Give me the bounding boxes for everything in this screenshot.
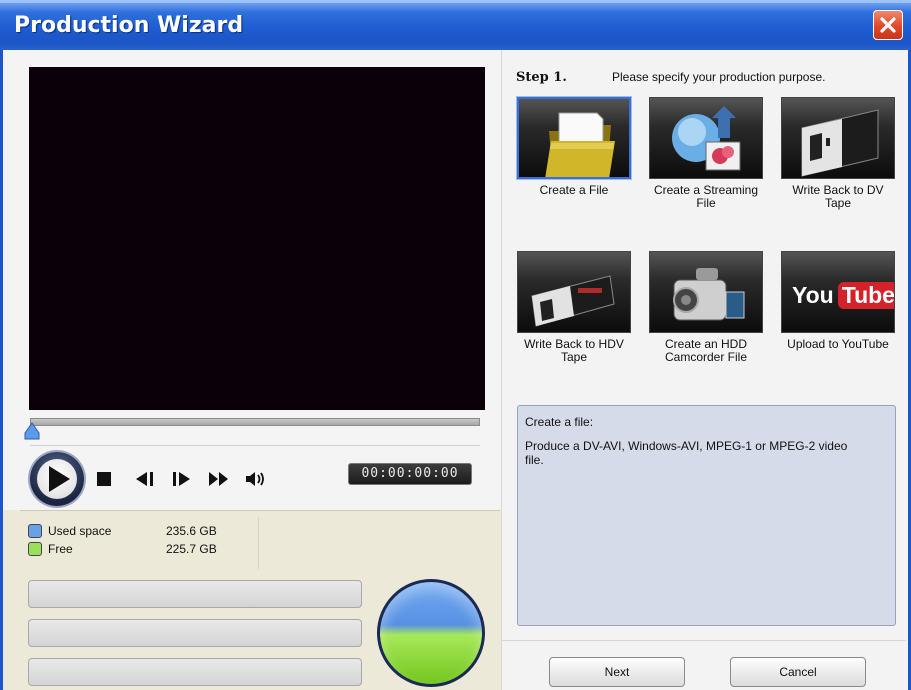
option-thumbnail bbox=[517, 97, 631, 179]
option-create-streaming-file[interactable]: Create a Streaming File bbox=[649, 97, 765, 210]
free-space-value: 225.7 GB bbox=[166, 542, 217, 556]
stop-icon bbox=[97, 472, 111, 486]
disk-info-bar bbox=[28, 619, 362, 647]
previous-frame-button[interactable] bbox=[133, 469, 157, 489]
stop-button[interactable] bbox=[93, 469, 117, 489]
youtube-logo-you: You bbox=[792, 282, 834, 308]
hdv-tape-icon bbox=[531, 275, 615, 327]
controls-divider bbox=[30, 445, 480, 446]
option-upload-youtube[interactable]: You Tube Upload to YouTube bbox=[781, 251, 897, 351]
folder-icon bbox=[545, 112, 615, 177]
dv-tape-icon bbox=[801, 109, 879, 177]
option-thumbnail bbox=[649, 97, 763, 179]
legend-used-space: Used space bbox=[28, 523, 111, 539]
option-description-box: Create a file: Produce a DV-AVI, Windows… bbox=[517, 405, 896, 626]
timeline-slider[interactable] bbox=[30, 418, 480, 426]
option-thumbnail bbox=[649, 251, 763, 333]
legend-divider bbox=[258, 517, 259, 569]
option-thumbnail: You Tube bbox=[781, 251, 895, 333]
step-back-icon bbox=[136, 472, 153, 486]
free-space-swatch bbox=[28, 542, 42, 556]
step-forward-icon bbox=[173, 472, 190, 486]
fast-forward-icon bbox=[209, 472, 228, 486]
option-label: Write Back to HDV Tape bbox=[524, 337, 624, 364]
used-space-value: 235.6 GB bbox=[166, 524, 217, 538]
next-frame-button[interactable] bbox=[170, 469, 194, 489]
play-button[interactable] bbox=[30, 452, 84, 506]
disk-usage-pie bbox=[377, 579, 485, 687]
play-icon bbox=[49, 466, 70, 492]
option-write-dv-tape[interactable]: Write Back to DV Tape bbox=[781, 97, 897, 210]
playhead-handle[interactable] bbox=[24, 422, 40, 440]
legend-label: Used space bbox=[48, 524, 112, 538]
option-create-hdd-camcorder-file[interactable]: Create an HDD Camcorder File bbox=[649, 251, 765, 364]
speaker-icon bbox=[246, 472, 264, 486]
option-write-hdv-tape[interactable]: Write Back to HDV Tape bbox=[517, 251, 633, 364]
disk-info-bar bbox=[28, 658, 362, 686]
close-icon bbox=[880, 17, 896, 33]
used-space-swatch bbox=[28, 524, 42, 538]
description-title: Create a file: bbox=[525, 415, 594, 429]
next-button[interactable]: Next bbox=[549, 657, 685, 687]
close-button[interactable] bbox=[873, 10, 903, 40]
option-label: Upload to YouTube bbox=[787, 337, 889, 351]
video-preview bbox=[29, 67, 485, 410]
fast-forward-button[interactable] bbox=[207, 469, 231, 489]
timecode-display: 00:00:00:00 bbox=[348, 463, 472, 485]
option-label: Create an HDD Camcorder File bbox=[664, 337, 748, 364]
option-label: Create a File bbox=[539, 183, 609, 197]
volume-button[interactable] bbox=[243, 469, 267, 489]
option-thumbnail bbox=[781, 97, 895, 179]
legend-free-space: Free bbox=[28, 541, 73, 557]
button-separator bbox=[502, 640, 906, 641]
window-title: Production Wizard bbox=[14, 13, 244, 38]
legend-label: Free bbox=[48, 542, 73, 556]
option-label: Create a Streaming File bbox=[653, 183, 759, 210]
youtube-logo-tube: Tube bbox=[837, 282, 894, 309]
description-body: Produce a DV-AVI, Windows-AVI, MPEG-1 or… bbox=[525, 439, 848, 467]
camcorder-icon bbox=[673, 268, 745, 321]
youtube-icon: You Tube bbox=[792, 282, 894, 309]
globe-icon bbox=[672, 106, 741, 171]
option-label: Write Back to DV Tape bbox=[792, 183, 884, 210]
option-thumbnail bbox=[517, 251, 631, 333]
title-bar: Production Wizard bbox=[0, 0, 911, 50]
cancel-button[interactable]: Cancel bbox=[730, 657, 866, 687]
disk-panel-separator bbox=[20, 510, 500, 511]
disk-info-bar bbox=[28, 580, 362, 608]
step-label: Step 1. bbox=[516, 70, 567, 85]
option-create-file[interactable]: Create a File bbox=[517, 97, 633, 197]
step-instruction: Please specify your production purpose. bbox=[612, 70, 826, 84]
